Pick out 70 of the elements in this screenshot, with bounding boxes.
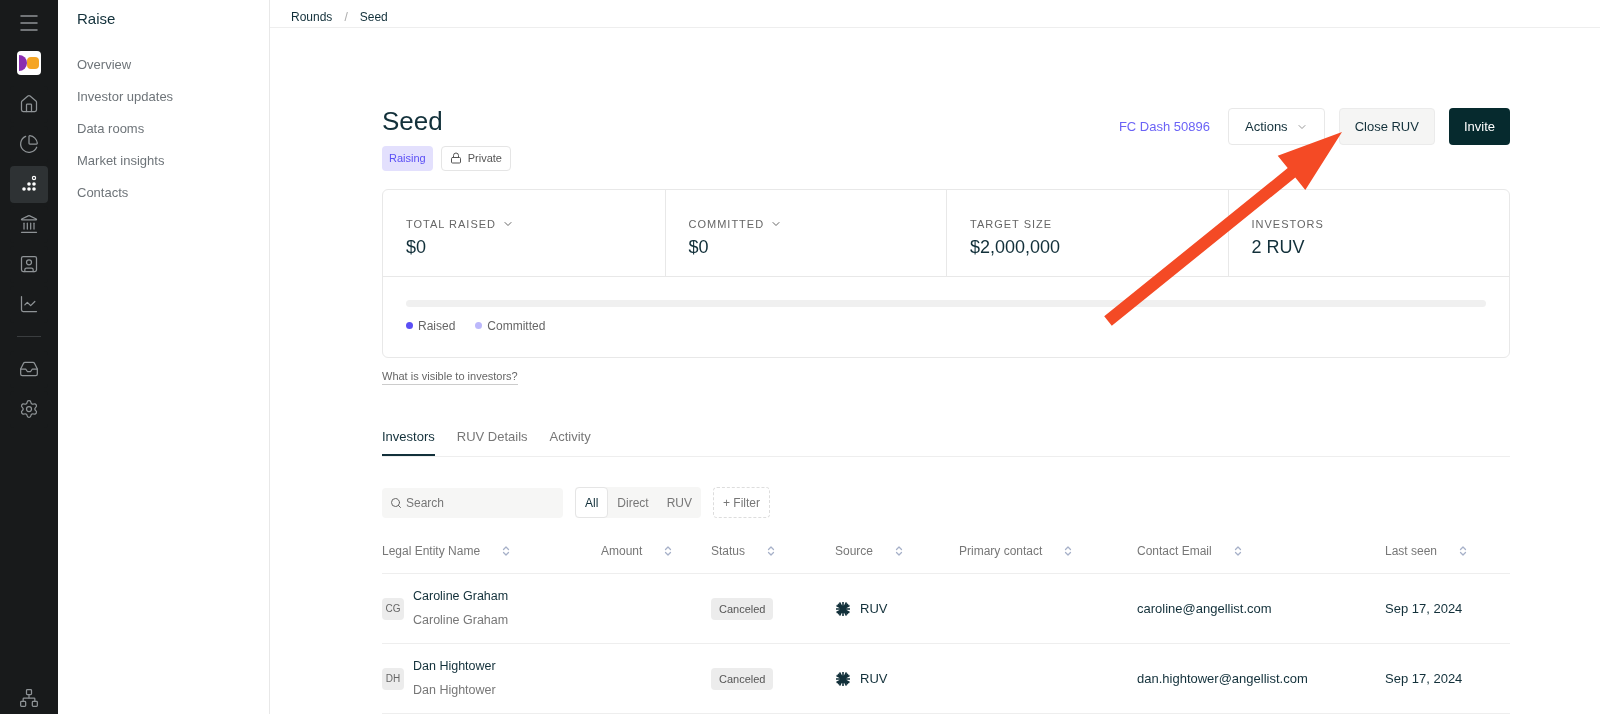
stat-value: $0 [406, 236, 428, 259]
stat-label: COMMITTED [688, 216, 765, 232]
column-header[interactable]: Contact Email [1137, 541, 1212, 560]
email-cell-text: caroline@angellist.com [1137, 599, 1273, 618]
sidebar-title: Raise [77, 9, 117, 29]
bank-icon[interactable] [19, 214, 39, 234]
page-title: Seed [382, 106, 444, 136]
last-seen-cell-text: Sep 17, 2024 [1385, 599, 1464, 618]
invite-button[interactable]: Invite [1448, 108, 1510, 145]
close-ruv-button[interactable]: Close RUV [1338, 108, 1435, 145]
contact-card-icon[interactable] [19, 254, 39, 274]
search-field[interactable]: Search [382, 487, 563, 518]
investor-name[interactable]: Caroline Graham [413, 587, 509, 606]
sidebar-item[interactable]: Market insights [77, 144, 269, 177]
dots-icon[interactable] [19, 174, 39, 194]
status-badge: Raising [382, 146, 433, 171]
search-icon [390, 496, 402, 509]
status-badge: Canceled [711, 597, 774, 620]
breadcrumb-link[interactable]: Rounds [291, 8, 333, 26]
tab[interactable]: Activity [549, 426, 591, 456]
stat-value: $0 [688, 236, 710, 259]
tab[interactable]: Investors [382, 426, 435, 456]
visibility-info-link[interactable]: What is visible to investors? [382, 367, 518, 385]
round-link[interactable]: FC Dash 50896 [1118, 116, 1210, 137]
sidebar-item[interactable]: Data rooms [77, 112, 269, 145]
status-badge: Canceled [711, 667, 774, 690]
settings-icon[interactable] [19, 399, 39, 419]
entity-name: Caroline Graham [413, 612, 509, 629]
legend-label: Committed [487, 317, 546, 335]
breadcrumb-link[interactable]: Seed [359, 8, 388, 26]
stat-value: 2 RUV [1251, 236, 1306, 259]
avatar-initials: DH [382, 667, 404, 690]
lock-icon [449, 152, 462, 165]
visibility-badge: Private [440, 146, 511, 171]
column-header[interactable]: Source [835, 541, 874, 560]
stat-label: TARGET SIZE [970, 216, 1053, 232]
breadcrumb-separator: / [344, 9, 348, 26]
column-header[interactable]: Primary contact [959, 541, 1043, 560]
entity-name: Dan Hightower [413, 682, 496, 699]
column-header[interactable]: Status [711, 541, 746, 560]
segment-button[interactable]: All [575, 487, 609, 518]
source-label: RUV [860, 669, 888, 688]
stat-label: TOTAL RAISED [406, 216, 497, 232]
sidebar-item[interactable]: Overview [77, 48, 269, 81]
inbox-icon[interactable] [19, 359, 39, 379]
segment-button[interactable]: RUV [657, 487, 702, 518]
investor-name[interactable]: Dan Hightower [413, 657, 496, 676]
column-header[interactable]: Amount [601, 541, 643, 560]
rail-nav-item[interactable] [10, 165, 48, 203]
company-logo-icon[interactable] [17, 50, 41, 75]
email-cell-text: dan.hightower@angellist.com [1137, 669, 1309, 688]
filter-button[interactable]: + Filter [713, 487, 771, 518]
line-chart-icon[interactable] [19, 294, 39, 314]
segment-button[interactable]: Direct [608, 487, 658, 518]
pie-chart-icon[interactable] [19, 134, 39, 154]
sidebar-item[interactable]: Contacts [77, 176, 269, 209]
network-icon[interactable] [19, 688, 39, 708]
home-icon[interactable] [19, 94, 39, 114]
sparkle-icon [835, 670, 851, 687]
sidebar-item[interactable]: Investor updates [77, 80, 269, 113]
last-seen-cell-text: Sep 17, 2024 [1385, 669, 1464, 688]
stat-label: INVESTORS [1251, 216, 1324, 232]
legend-label: Raised [418, 317, 456, 335]
avatar-initials: CG [382, 597, 404, 620]
column-header[interactable]: Last seen [1385, 541, 1438, 560]
sparkle-icon [835, 600, 851, 617]
column-header[interactable]: Legal Entity Name [382, 541, 481, 560]
source-label: RUV [860, 599, 888, 618]
stat-value: $2,000,000 [970, 236, 1062, 259]
tab[interactable]: RUV Details [456, 426, 528, 456]
